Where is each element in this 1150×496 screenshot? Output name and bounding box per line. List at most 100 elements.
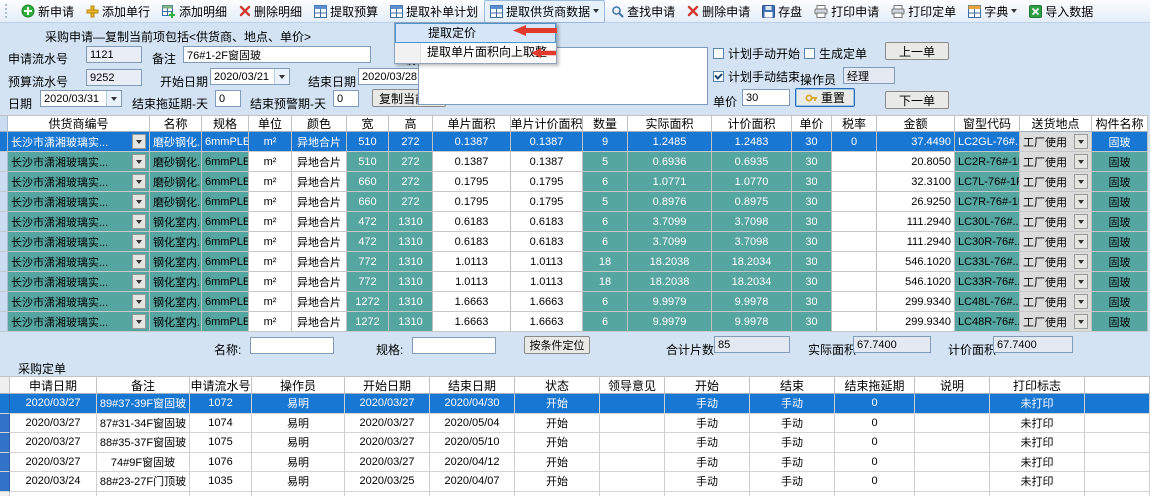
toolbar-button-extract-supplement-plan[interactable]: 提取补单计划 xyxy=(384,0,484,23)
column-header-delivery[interactable]: 送货地点 xyxy=(1020,115,1092,132)
order-cell-req_date[interactable]: 2020/03/24 xyxy=(10,472,97,492)
dropdown-caret-icon[interactable] xyxy=(1074,134,1088,149)
cell-part[interactable]: 固玻 xyxy=(1092,132,1148,152)
dropdown-caret-icon[interactable] xyxy=(132,134,146,149)
order-cell-status[interactable]: 开始 xyxy=(515,414,600,434)
cell-spec[interactable]: 6mmPLE... xyxy=(202,152,249,172)
order-cell-begin[interactable]: 手动 xyxy=(665,433,750,453)
table-row[interactable]: 长沙市潇湘玻璃实...磨砂钢化...6mmPLE...m²异地合片5102720… xyxy=(0,132,1148,152)
cell-unit_price[interactable]: 30 xyxy=(792,312,832,332)
dropdown-caret-icon[interactable] xyxy=(132,294,146,309)
dropdown-caret-icon[interactable] xyxy=(132,194,146,209)
chevron-down-icon[interactable] xyxy=(106,91,121,106)
cell-amount[interactable]: 111.2940 xyxy=(877,232,955,252)
cell-piece_price_area[interactable]: 0.6183 xyxy=(511,212,583,232)
cell-name[interactable]: 钢化室内... xyxy=(150,312,202,332)
cell-color[interactable]: 异地合片 xyxy=(292,292,347,312)
cell-tax[interactable] xyxy=(832,252,877,272)
cell-tax[interactable] xyxy=(832,312,877,332)
column-header-spec[interactable]: 规格 xyxy=(202,115,249,132)
cell-actual_area[interactable]: 0.6936 xyxy=(628,152,712,172)
cell-supplier[interactable]: 长沙市潇湘玻璃实... xyxy=(8,272,150,292)
cell-spec[interactable]: 6mmPLE... xyxy=(202,232,249,252)
cell-tax[interactable] xyxy=(832,172,877,192)
orders-column-header-remark[interactable]: 备注 xyxy=(97,376,190,394)
next-order-button[interactable]: 下一单 xyxy=(885,91,949,109)
order-row[interactable]: 2020/03/2787#31-34F窗固玻1074易明2020/03/2720… xyxy=(0,414,1150,434)
cell-qty[interactable]: 18 xyxy=(583,272,628,292)
order-cell-note[interactable] xyxy=(915,472,990,492)
cell-spec[interactable]: 6mmPLE... xyxy=(202,312,249,332)
toolbar-button-add-detail[interactable]: 添加明细 xyxy=(156,0,233,23)
order-row[interactable]: 2020/03/2789#37-39F窗固玻1072易明2020/03/2720… xyxy=(0,394,1150,414)
cell-part[interactable]: 固玻 xyxy=(1092,292,1148,312)
cell-color[interactable]: 异地合片 xyxy=(292,232,347,252)
cell-piece_area[interactable]: 0.1795 xyxy=(433,172,511,192)
order-cell-remark[interactable]: 88#35-37F窗固玻 xyxy=(97,433,190,453)
toolbar-button-delete-detail[interactable]: 删除明细 xyxy=(233,0,308,23)
dropdown-caret-icon[interactable] xyxy=(132,314,146,329)
cell-qty[interactable]: 5 xyxy=(583,152,628,172)
cell-piece_price_area[interactable]: 1.6663 xyxy=(511,312,583,332)
cell-height[interactable]: 272 xyxy=(389,152,433,172)
cell-supplier[interactable]: 长沙市潇湘玻璃实... xyxy=(8,232,150,252)
cell-price_area[interactable]: 18.2034 xyxy=(712,272,792,292)
order-cell-finish[interactable]: 手动 xyxy=(750,453,835,473)
column-header-supplier[interactable]: 供货商编号 xyxy=(8,115,150,132)
cell-piece_area[interactable]: 0.6183 xyxy=(433,212,511,232)
order-cell-filler[interactable] xyxy=(1085,394,1150,414)
cell-amount[interactable]: 546.1020 xyxy=(877,252,955,272)
toolbar-button-new-request[interactable]: 新申请 xyxy=(15,0,80,23)
checkbox-manual-start[interactable]: 计划手动开始 xyxy=(713,45,800,62)
order-cell-print_flag[interactable]: 未打印 xyxy=(990,394,1085,414)
reset-button[interactable]: 重置 xyxy=(795,88,855,107)
order-cell-note[interactable] xyxy=(915,414,990,434)
cell-width[interactable]: 472 xyxy=(347,232,389,252)
column-header-name[interactable]: 名称 xyxy=(150,115,202,132)
cell-unit[interactable]: m² xyxy=(249,212,292,232)
order-cell-end_date[interactable]: 2020/04/30 xyxy=(430,394,515,414)
cell-name[interactable]: 钢化室内... xyxy=(150,252,202,272)
order-cell-operator[interactable]: 易明 xyxy=(252,394,345,414)
cell-height[interactable]: 1310 xyxy=(389,312,433,332)
cell-delivery[interactable]: 工厂使用 xyxy=(1020,312,1092,332)
cell-delivery[interactable]: 工厂使用 xyxy=(1020,232,1092,252)
cell-piece_price_area[interactable]: 1.0113 xyxy=(511,252,583,272)
column-header-unit_price[interactable]: 单价 xyxy=(792,115,832,132)
filter-spec-input[interactable] xyxy=(412,337,496,354)
cell-color[interactable]: 异地合片 xyxy=(292,192,347,212)
cell-name[interactable]: 磨砂钢化... xyxy=(150,172,202,192)
cell-width[interactable]: 660 xyxy=(347,172,389,192)
cell-name[interactable]: 钢化室内... xyxy=(150,292,202,312)
cell-price_area[interactable]: 9.9978 xyxy=(712,312,792,332)
column-header-piece_price_area[interactable]: 单片计价面积 xyxy=(511,115,583,132)
order-cell-leader[interactable] xyxy=(600,394,665,414)
orders-column-header-finish[interactable]: 结束 xyxy=(750,376,835,394)
table-row[interactable]: 长沙市潇湘玻璃实...钢化室内...6mmPLE...m²异地合片1272131… xyxy=(0,292,1148,312)
order-cell-finish[interactable]: 手动 xyxy=(750,414,835,434)
cell-piece_area[interactable]: 0.1795 xyxy=(433,192,511,212)
toolbar-button-dictionary[interactable]: 字典 xyxy=(962,0,1023,23)
column-header-qty[interactable]: 数量 xyxy=(583,115,628,132)
cell-unit_price[interactable]: 30 xyxy=(792,232,832,252)
cell-actual_area[interactable]: 9.9979 xyxy=(628,312,712,332)
orders-column-header-begin[interactable]: 开始 xyxy=(665,376,750,394)
order-cell-finish[interactable]: 手动 xyxy=(750,433,835,453)
orders-column-header-print_flag[interactable]: 打印标志 xyxy=(990,376,1085,394)
date-combo[interactable]: 2020/03/31 xyxy=(40,90,122,107)
cell-qty[interactable]: 18 xyxy=(583,252,628,272)
dropdown-caret-icon[interactable] xyxy=(132,274,146,289)
cell-unit[interactable]: m² xyxy=(249,152,292,172)
filter-name-input[interactable] xyxy=(250,337,334,354)
cell-supplier[interactable]: 长沙市潇湘玻璃实... xyxy=(8,132,150,152)
cell-win_code[interactable]: LC30R-76#... xyxy=(955,232,1020,252)
cell-height[interactable]: 1310 xyxy=(389,292,433,312)
cell-win_code[interactable]: LC33L-76#... xyxy=(955,252,1020,272)
toolbar-button-extract-supplier-data[interactable]: 提取供货商数据 xyxy=(484,0,605,23)
prev-order-button[interactable]: 上一单 xyxy=(885,42,949,60)
toolbar-button-search-request[interactable]: 查找申请 xyxy=(605,0,681,23)
cell-color[interactable]: 异地合片 xyxy=(292,132,347,152)
cell-win_code[interactable]: LC7L-76#-1FO xyxy=(955,172,1020,192)
cell-unit_price[interactable]: 30 xyxy=(792,132,832,152)
delay-input[interactable] xyxy=(215,90,241,107)
